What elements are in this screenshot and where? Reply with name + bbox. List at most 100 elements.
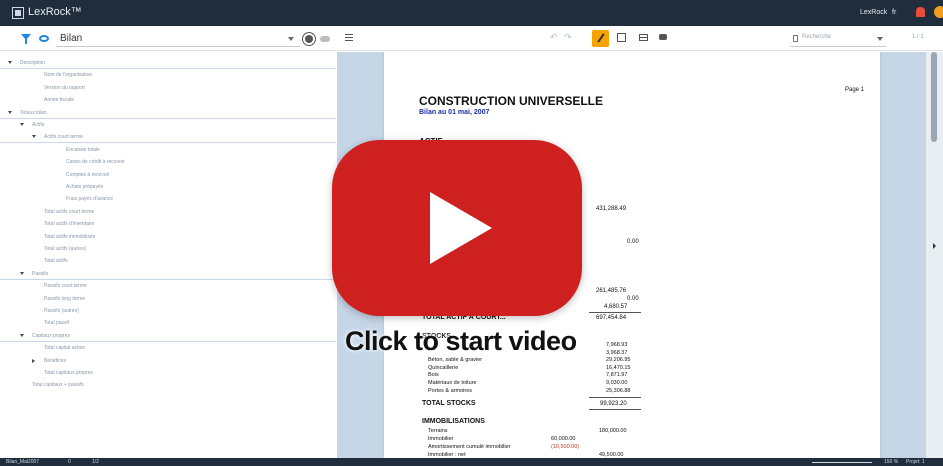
tree-item[interactable]: Total actifs d'inventaire (0, 218, 336, 230)
expand-arrow-icon[interactable] (933, 243, 936, 249)
tree-item-label: Cartes de crédit à recevoir (66, 159, 125, 166)
tree-item[interactable]: Cartes de crédit à recevoir (0, 156, 336, 168)
search-input[interactable]: Recherche (790, 31, 886, 47)
main-toolbar: ↶ ↷ Recherche 1 / 1 (337, 26, 943, 51)
stock-value: 29,206.95 (606, 357, 631, 364)
tree-item-label: Encaisse totale (66, 146, 100, 153)
divider (589, 312, 641, 313)
tree-item[interactable]: Passifs (autres) (0, 305, 336, 317)
pen-icon[interactable] (592, 30, 609, 47)
tree-item-label: Nom de l'organisation (44, 72, 93, 79)
chevron-down-icon[interactable] (8, 61, 12, 64)
status-zoom: 150 % (884, 459, 899, 465)
tree-item-label: Frais payés d'avance (66, 196, 114, 203)
tree-item-label: Total actifs immobilisés (44, 233, 96, 240)
tree-item[interactable]: Total passif (0, 317, 336, 329)
eye-icon[interactable] (39, 35, 49, 42)
tree-item[interactable]: Total actifs court terme (0, 206, 336, 218)
immo-label: Amortissement cumulé immobilier (428, 444, 511, 450)
language-menu[interactable]: fr (892, 9, 896, 16)
stock-value: 16,470.15 (606, 364, 631, 371)
chevron-down-icon[interactable] (32, 135, 36, 139)
company-name: CONSTRUCTION UNIVERSELLE (419, 94, 604, 108)
chevron-right-icon[interactable] (32, 358, 35, 363)
tree-item[interactable]: Total actifs immobilisés (0, 231, 336, 243)
left-toolbar: Bilan (0, 26, 336, 51)
immo-label: Immobilier (428, 436, 454, 442)
tree-item[interactable]: Passifs (0, 268, 336, 280)
tree-item[interactable]: Version du rapport (0, 82, 336, 94)
tree-item[interactable]: Passifs court terme (0, 280, 336, 292)
menu-icon[interactable] (345, 34, 353, 35)
tree-item[interactable]: Total capitaux propres (0, 367, 336, 379)
status-file: Bilan_Mai2007 (6, 459, 40, 465)
tree-item[interactable]: Achats prépayés (0, 181, 336, 193)
table-icon[interactable] (639, 34, 648, 41)
video-caption[interactable]: Click to start video (345, 326, 577, 357)
filter-icon[interactable] (21, 34, 31, 44)
amount-line: 4,680.57 (604, 304, 628, 310)
vertical-scrollbar[interactable] (926, 52, 943, 458)
tree-item[interactable]: Total capitaux + passifs (0, 379, 336, 391)
tree-item-label: Bénéfices (44, 357, 66, 364)
tree-item-label: Total passif (44, 320, 70, 327)
tree-item[interactable]: Comptes à recevoir (0, 169, 336, 181)
tree-item[interactable]: Total actifs (0, 255, 336, 267)
status-page: 1/2 (92, 459, 99, 465)
tree-item[interactable]: Total capital action (0, 342, 336, 354)
document-icon (793, 35, 798, 42)
status-project: Projet: 1 (906, 459, 925, 465)
tree-item-label: Version du rapport (44, 84, 85, 91)
app-title: LexRock™ (28, 6, 82, 18)
play-button-icon[interactable] (332, 140, 582, 316)
chevron-down-icon[interactable] (20, 333, 24, 337)
tree-item[interactable]: Actifs (0, 119, 336, 131)
tree-item[interactable]: Totaux bilan (0, 107, 336, 119)
tree-item-label: Actifs (32, 122, 45, 128)
crop-icon[interactable] (617, 33, 626, 42)
tree-item-label: Achats prépayés (66, 184, 104, 190)
immo-sub-value: (10,500.00) (551, 444, 580, 450)
tree-item-label: Passifs court terme (44, 283, 87, 290)
report-select-value: Bilan (60, 33, 83, 44)
report-select[interactable]: Bilan (56, 31, 300, 47)
tree-item[interactable]: Actifs court terme (0, 131, 336, 144)
tree-item-label: Total actifs (autres) (44, 246, 87, 252)
zoom-slider[interactable] (812, 462, 872, 463)
search-placeholder: Recherche (802, 34, 832, 40)
tree-item-label: Actifs court terme (44, 134, 83, 141)
chevron-down-icon[interactable] (20, 123, 24, 126)
tree-item[interactable]: Description (0, 57, 336, 69)
undo-icon[interactable]: ↶ (550, 32, 558, 43)
stock-value: 7,968.93 (606, 342, 628, 348)
stock-label: Portes & armoires (428, 387, 473, 394)
tree-item[interactable]: Total actifs (autres) (0, 243, 336, 255)
page-count: 1 / 1 (912, 34, 924, 40)
section-immobilisations: IMMOBILISATIONS (422, 418, 485, 425)
chevron-down-icon (288, 37, 294, 41)
chevron-down-icon[interactable] (8, 110, 12, 114)
user-menu[interactable]: LexRock (860, 9, 887, 16)
gear-icon[interactable] (305, 35, 313, 43)
tree-item-label: Comptes à recevoir (66, 171, 110, 178)
tree-item[interactable]: Frais payés d'avance (0, 193, 336, 205)
tree-item[interactable]: Passifs long terme (0, 293, 336, 305)
tree-item[interactable]: Capitaux propres (0, 330, 336, 342)
scrollbar-thumb[interactable] (931, 52, 937, 142)
tree-item[interactable]: Année fiscale (0, 94, 336, 106)
cloud-icon[interactable] (320, 36, 330, 42)
stock-value: 25,306.88 (606, 387, 631, 394)
avatar-icon[interactable] (934, 6, 943, 18)
tree-item-label: Totaux bilan (20, 109, 47, 116)
tree-item[interactable]: Encaisse totale (0, 144, 336, 156)
tree-item-label: Passifs long terme (44, 295, 86, 302)
chevron-down-icon[interactable] (20, 271, 24, 275)
bell-icon[interactable] (916, 7, 925, 17)
tree-item-label: Année fiscale (44, 97, 75, 104)
tree-item[interactable]: Nom de l'organisation (0, 69, 336, 81)
tree-item[interactable]: Bénéfices (0, 355, 336, 367)
redo-icon[interactable]: ↷ (564, 32, 572, 43)
comment-icon[interactable] (659, 34, 667, 40)
report-subtitle: Bilan au 01 mai, 2007 (419, 109, 490, 116)
amount-line: 261,485.76 (596, 288, 627, 294)
